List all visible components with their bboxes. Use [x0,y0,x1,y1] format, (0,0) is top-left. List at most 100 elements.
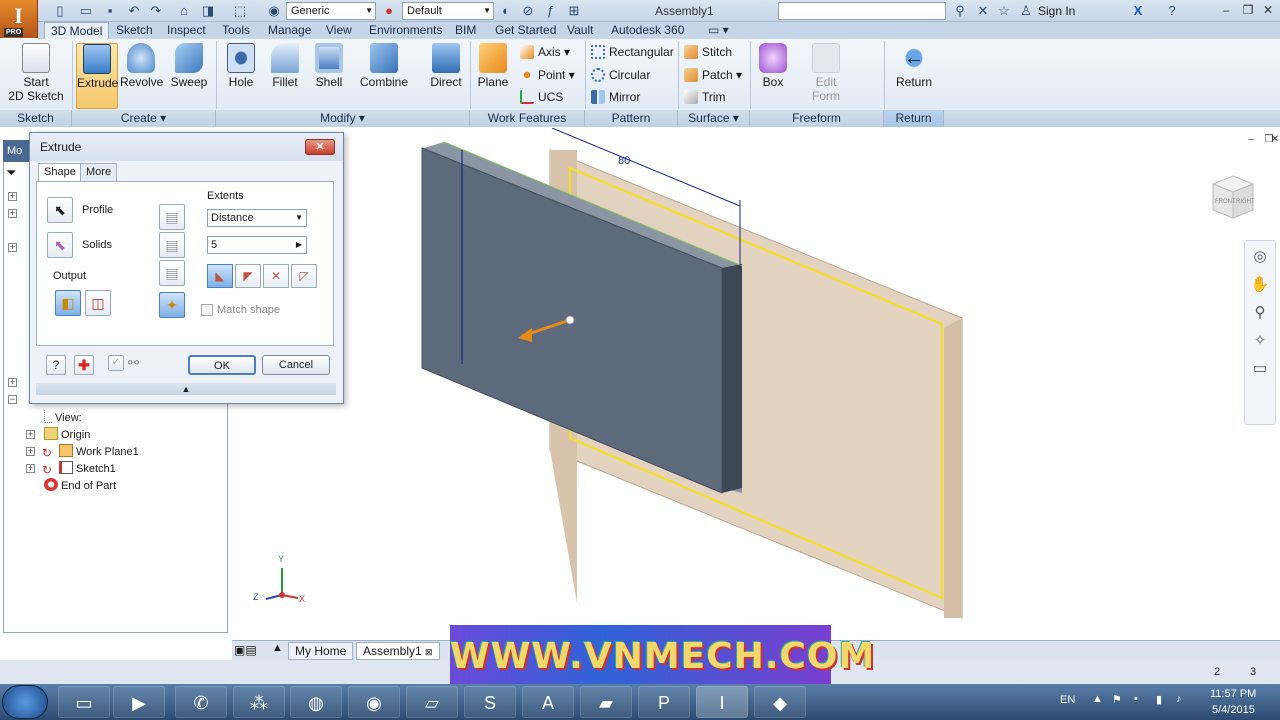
dialog-close-button[interactable]: ✕ [305,139,335,155]
save-icon[interactable]: ▪ [102,3,118,19]
tray-flag-icon[interactable]: ⚑ [1112,693,1122,706]
viewport-minimize-icon[interactable]: – [1244,133,1258,147]
glasses-icon[interactable]: ⚯ [128,355,139,371]
tray-expand-icon[interactable]: ▲ [1092,693,1103,705]
expand-icon[interactable]: + [8,209,17,218]
notes-icon[interactable]: ▰ [580,686,632,718]
cut-button[interactable]: ▤ [159,232,185,258]
communication-icon[interactable]: ✕ [975,3,991,19]
pan-icon[interactable]: ✋ [1245,275,1275,297]
tab-menu-icon[interactable]: ▲ [272,642,283,654]
new-solid-button[interactable]: ✦ [159,292,185,318]
point-button[interactable]: Point ▾ [520,67,575,85]
rectangular-pattern-button[interactable]: Rectangular [591,44,674,62]
tab-shape[interactable]: Shape [38,163,82,182]
appearance-combo[interactable]: Default ▼ [402,2,494,20]
tab-vault[interactable]: Vault [561,22,599,39]
direction-asymmetric-button[interactable]: ◸ [291,264,317,288]
extents-type-select[interactable]: Distance ▼ [207,209,307,227]
tree-item-end-of-part[interactable]: End of Part [44,478,116,493]
filter-icon[interactable]: ⏷ [6,165,16,181]
mirror-button[interactable]: Mirror [591,89,640,107]
expand-icon[interactable]: + [26,447,35,456]
trim-button[interactable]: Trim [684,89,726,107]
tab-environments[interactable]: Environments [363,22,448,39]
browser-header[interactable]: Mo [3,140,31,162]
model-canvas[interactable]: 80 Y X Z [232,127,1280,640]
distance-input[interactable]: 5 ▶ [207,236,307,254]
clear-icon[interactable]: ⊘ [520,3,536,19]
more-icon[interactable]: ⊞ [566,3,582,19]
axis-button[interactable]: Axis ▾ [520,44,570,62]
tab-tools[interactable]: Tools [216,22,256,39]
direction-default-button[interactable]: ◣ [207,264,233,288]
favorites-icon[interactable]: ☆ [996,3,1012,19]
add-icon[interactable]: ✚ [74,355,94,375]
stitch-button[interactable]: Stitch [684,44,732,62]
panel-create[interactable]: Create ▾ [72,110,216,127]
function-icon[interactable]: ƒ [542,3,558,19]
tab-my-home[interactable]: My Home [288,642,354,660]
start-button[interactable] [2,685,48,719]
binoculars-icon[interactable]: ⚲ [952,3,968,19]
direction-flipped-button[interactable]: ◤ [235,264,261,288]
network-icon[interactable]: ▮ [1156,693,1162,706]
expand-icon[interactable]: + [8,192,17,201]
autocad-icon[interactable]: A [522,686,574,718]
chrome-icon[interactable]: ◉ [348,686,400,718]
output-solid-button[interactable]: ◧ [55,290,81,316]
viewport-close-icon[interactable]: ✕ [1268,133,1280,147]
tab-options-icon[interactable]: ▭ ▾ [702,22,735,39]
graphics-viewport[interactable]: 80 Y X Z [232,127,1280,640]
profile-select-button[interactable]: ⬉ [47,197,73,223]
expand-icon[interactable]: + [8,243,17,252]
match-shape-checkbox[interactable] [201,304,213,316]
ucs-button[interactable]: UCS [520,89,563,107]
expand-dialog-toggle[interactable]: ▲ [36,383,336,395]
select-icon[interactable]: ⬚ [232,3,248,19]
tab-more[interactable]: More [80,163,118,182]
material-combo[interactable]: Generic ▼ [286,2,376,20]
firefox-icon[interactable]: ◍ [290,686,342,718]
extrude-button[interactable]: Extrude [76,43,118,109]
shell-button[interactable]: Shell [310,43,348,89]
explorer-icon[interactable]: ▭ [58,686,110,718]
direction-symmetric-button[interactable]: ✕ [263,264,289,288]
return-button[interactable]: ← Return [890,43,938,89]
expand-icon[interactable]: + [26,464,35,473]
tab-get-started[interactable]: Get Started [489,22,562,39]
panel-surface[interactable]: Surface ▾ [678,110,750,127]
tab-autodesk-360[interactable]: Autodesk 360 [605,22,690,39]
edit-form-button[interactable]: Edit Form [806,43,846,103]
solids-select-button[interactable]: ⬉ [47,232,73,258]
help-icon[interactable]: ? [1164,3,1180,19]
viewcube[interactable]: FRONT RIGHT [1208,172,1258,222]
sweep-button[interactable]: Sweep [168,43,210,89]
app-menu-button[interactable]: I PRO [0,0,38,38]
undo-icon[interactable]: ↶ [126,3,142,19]
close-icon[interactable]: ⊠ [425,647,433,657]
language-indicator[interactable]: EN [1060,694,1075,706]
redo-icon[interactable]: ↷ [148,3,164,19]
sticky-notes-icon[interactable]: ▱ [406,686,458,718]
help-search-input[interactable] [778,2,946,20]
revolve-button[interactable]: Revolve [120,43,163,89]
tree-item-view[interactable]: View: [44,410,82,425]
viber-icon[interactable]: ✆ [175,686,227,718]
skype-icon[interactable]: S [464,686,516,718]
apps-icon[interactable]: ⁂ [233,686,285,718]
minimize-icon[interactable]: – [1216,2,1236,18]
tab-manage[interactable]: Manage [262,22,317,39]
tab-view[interactable]: View [320,22,358,39]
new-icon[interactable]: ▯ [52,3,68,19]
tab-3d-model[interactable]: 3D Model [44,22,110,39]
look-at-icon[interactable]: ▭ [1245,359,1275,381]
recorder-icon[interactable]: ◆ [754,686,806,718]
dimension-80-label[interactable]: 80 [618,155,630,167]
inventor-icon[interactable]: I [696,686,748,718]
collapse-icon[interactable]: − [8,395,17,404]
tab-assembly1[interactable]: Assembly1 ⊠ [356,642,440,660]
intersect-button[interactable]: ▤ [159,260,185,286]
expand-icon[interactable]: + [26,430,35,439]
expand-icon[interactable]: + [8,378,17,387]
